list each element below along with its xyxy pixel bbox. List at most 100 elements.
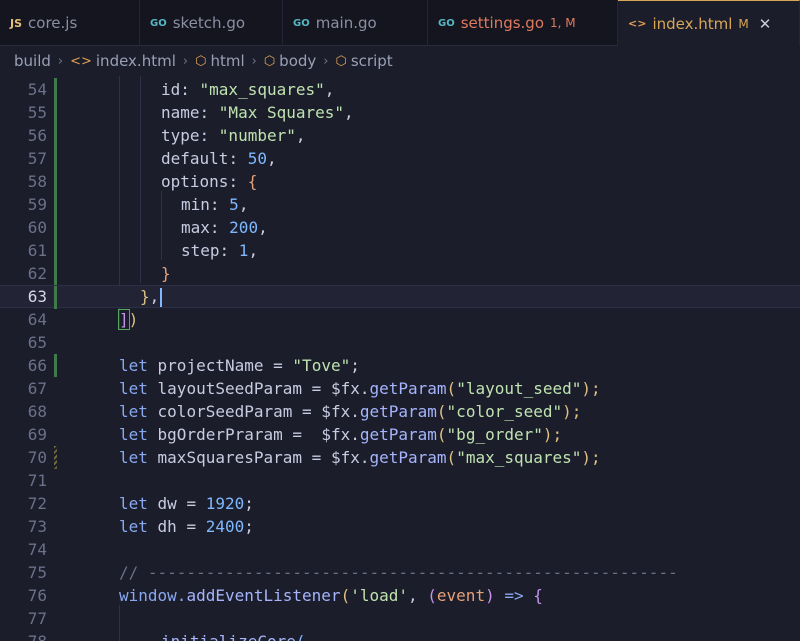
code-text: let dh = 2400;	[119, 517, 254, 536]
code-text: type: "number",	[161, 126, 306, 145]
code-line[interactable]: 65	[0, 331, 800, 354]
go-file-icon: GO	[150, 17, 167, 29]
code-text: min: 5,	[181, 195, 249, 214]
line-number: 61	[27, 241, 47, 260]
code-line[interactable]: 58 options: {	[0, 170, 800, 193]
javascript-file-icon: JS	[10, 16, 23, 30]
tab-label: sketch.go	[172, 14, 246, 32]
line-number: 78	[0, 630, 47, 641]
line-number: 54	[27, 80, 47, 99]
breadcrumb-build[interactable]: build	[14, 52, 51, 70]
code-line[interactable]: 57 default: 50,	[0, 147, 800, 170]
git-change-marker	[54, 239, 57, 262]
line-number: 64	[27, 310, 47, 329]
modified-badge: M	[738, 16, 749, 31]
tab-label: core.js	[28, 14, 78, 32]
line-number: 67	[27, 379, 47, 398]
line-number: 68	[27, 402, 47, 421]
code-line-current[interactable]: 63 },	[0, 285, 800, 309]
line-number: 73	[27, 517, 47, 536]
code-line[interactable]: 70 let maxSquaresParam = $fx.getParam("m…	[0, 446, 800, 469]
code-line[interactable]: 55 name: "Max Squares",	[0, 101, 800, 124]
tab-index-html[interactable]: <> index.html M ✕	[618, 0, 800, 46]
code-text: let bgOrderPraram = $fx.getParam("bg_ord…	[119, 425, 563, 444]
code-line[interactable]: 66 let projectName = "Tove";	[0, 354, 800, 377]
code-line[interactable]: 78 initializeCore(	[0, 630, 800, 641]
code-comment: // -------------------------------------…	[119, 563, 678, 582]
breadcrumb-script[interactable]: script	[351, 52, 393, 70]
git-modified-marker	[54, 446, 57, 469]
text-cursor	[160, 288, 163, 307]
breadcrumb-index-html[interactable]: index.html	[96, 52, 176, 70]
code-line[interactable]: 61 step: 1,	[0, 239, 800, 262]
code-editor[interactable]: 54 id: "max_squares", 55 name: "Max Squa…	[0, 76, 800, 641]
html-file-icon: <>	[70, 53, 92, 69]
git-change-marker	[54, 170, 57, 193]
tab-main-go[interactable]: GO main.go	[283, 0, 428, 46]
code-text: options: {	[161, 172, 258, 191]
code-text: let projectName = "Tove";	[119, 356, 360, 375]
code-line[interactable]: 69 let bgOrderPraram = $fx.getParam("bg_…	[0, 423, 800, 446]
tab-core-js[interactable]: JS core.js	[0, 0, 140, 46]
modified-badge: 1, M	[550, 16, 576, 30]
code-text: let colorSeedParam = $fx.getParam("color…	[119, 402, 582, 421]
tab-sketch-go[interactable]: GO sketch.go	[140, 0, 283, 46]
breadcrumb: build › <> index.html › ⬡ html › ⬡ body …	[0, 46, 800, 76]
tab-label: main.go	[315, 14, 377, 32]
line-number: 62	[27, 264, 47, 283]
code-text: ])	[118, 309, 139, 330]
git-change-marker	[54, 216, 57, 239]
code-line[interactable]: 56 type: "number",	[0, 124, 800, 147]
code-text: default: 50,	[161, 149, 277, 168]
code-text: let maxSquaresParam = $fx.getParam("max_…	[119, 448, 601, 467]
line-number: 66	[27, 356, 47, 375]
code-line[interactable]: 54 id: "max_squares",	[0, 78, 800, 101]
line-number: 55	[27, 103, 47, 122]
tab-settings-go[interactable]: GO settings.go 1, M	[428, 0, 618, 46]
code-text: }	[161, 264, 171, 283]
tab-bar: JS core.js GO sketch.go GO main.go GO se…	[0, 0, 800, 46]
line-number: 63	[27, 287, 47, 306]
html-file-icon: <>	[628, 17, 647, 30]
code-text: },	[140, 286, 163, 307]
line-number: 74	[27, 540, 47, 559]
code-text: step: 1,	[181, 241, 259, 260]
chevron-right-icon: ›	[57, 53, 64, 69]
go-file-icon: GO	[438, 17, 455, 29]
code-text: let layoutSeedParam = $fx.getParam("layo…	[119, 379, 601, 398]
code-line[interactable]: 62 }	[0, 262, 800, 285]
line-number: 58	[27, 172, 47, 191]
line-number: 56	[27, 126, 47, 145]
code-line[interactable]: 72 let dw = 1920;	[0, 492, 800, 515]
chevron-right-icon: ›	[323, 53, 329, 69]
tab-label: index.html	[652, 14, 733, 33]
code-line[interactable]: 60 max: 200,	[0, 216, 800, 239]
chevron-right-icon: ›	[182, 53, 189, 69]
cube-icon: ⬡	[195, 53, 207, 69]
code-line[interactable]: 73 let dh = 2400;	[0, 515, 800, 538]
code-text: let dw = 1920;	[119, 494, 254, 513]
cube-icon: ⬡	[263, 53, 276, 69]
code-line[interactable]: 71	[0, 469, 800, 492]
close-icon[interactable]: ✕	[759, 15, 772, 33]
line-number: 76	[27, 586, 47, 605]
code-line[interactable]: 75 // ----------------------------------…	[0, 561, 800, 584]
line-number: 57	[27, 149, 47, 168]
code-line[interactable]: 76 window.addEventListener('load', (even…	[0, 584, 800, 607]
line-number: 59	[27, 195, 47, 214]
code-line[interactable]: 74	[0, 538, 800, 561]
breadcrumb-html[interactable]: html	[210, 52, 244, 70]
code-line[interactable]: 67 let layoutSeedParam = $fx.getParam("l…	[0, 377, 800, 400]
line-number: 72	[27, 494, 47, 513]
git-change-marker	[54, 354, 57, 377]
code-line[interactable]: 64 ])	[0, 308, 800, 331]
git-change-marker	[54, 193, 57, 216]
code-line[interactable]: 59 min: 5,	[0, 193, 800, 216]
code-line[interactable]: 77	[0, 607, 800, 630]
line-number: 70	[27, 448, 47, 467]
code-line[interactable]: 68 let colorSeedParam = $fx.getParam("co…	[0, 400, 800, 423]
git-change-marker	[54, 286, 57, 309]
git-change-marker	[54, 78, 57, 101]
git-change-marker	[54, 147, 57, 170]
breadcrumb-body[interactable]: body	[279, 52, 316, 70]
